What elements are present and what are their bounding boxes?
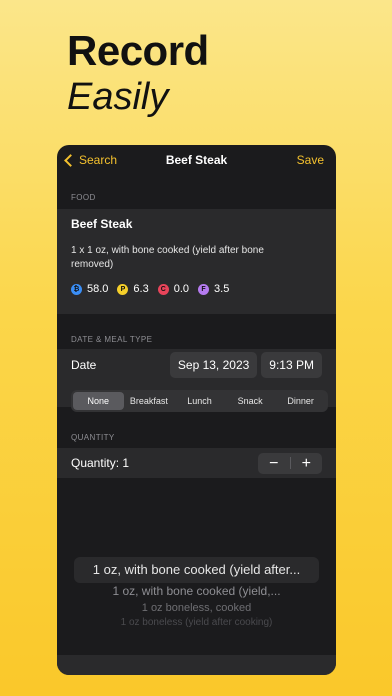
food-description: 1 x 1 oz, with bone cooked (yield after … — [71, 245, 264, 270]
macro-calories: ₿ 58.0 — [71, 283, 108, 295]
protein-value: 6.3 — [133, 283, 149, 295]
picker-option[interactable]: 1 oz boneless (yield after cooking) — [57, 617, 336, 628]
save-button[interactable]: Save — [297, 153, 324, 167]
increment-button[interactable]: + — [291, 453, 323, 474]
picker-option[interactable]: 1 oz boneless, cooked — [57, 602, 336, 614]
bottom-bar — [57, 655, 336, 675]
quantity-section-label: QUANTITY — [71, 433, 115, 442]
fat-value: 3.5 — [214, 283, 230, 295]
picker-option[interactable]: 1 oz, with bone cooked (yield,... — [57, 584, 336, 598]
calories-value: 58.0 — [87, 283, 109, 295]
serving-picker[interactable]: 1 oz, with bone cooked (yield after... 1… — [57, 557, 336, 641]
headline-line1: Record — [67, 27, 209, 74]
app-screen: Search Beef Steak Save FOOD Beef Steak 1… — [57, 145, 336, 675]
navigation-bar: Search Beef Steak Save — [57, 145, 336, 175]
headline: Record Easily — [67, 27, 209, 119]
fat-icon: F — [198, 283, 210, 295]
date-picker[interactable]: Sep 13, 2023 — [169, 352, 258, 378]
macros-row: ₿ 58.0 P 6.3 C 0.0 F 3.5 — [71, 283, 322, 295]
macro-fat: F 3.5 — [198, 283, 229, 295]
meal-type-snack[interactable]: Snack — [225, 392, 276, 410]
macro-protein: P 6.3 — [117, 283, 149, 295]
date-card: Date Sep 13, 2023 9:13 PM None Breakfast… — [57, 349, 336, 412]
quantity-card: Quantity: 1 − + — [57, 448, 336, 478]
page-title: Beef Steak — [165, 153, 228, 167]
macro-carbs: C 0.0 — [157, 283, 190, 295]
quantity-label: Quantity: 1 — [71, 456, 130, 470]
decrement-button[interactable]: − — [258, 453, 290, 474]
food-name: Beef Steak — [71, 217, 133, 231]
meal-type-lunch[interactable]: Lunch — [174, 392, 225, 410]
headline-line2: Easily — [67, 76, 169, 118]
food-card: Beef Steak 1 x 1 oz, with bone cooked (y… — [57, 209, 336, 314]
quantity-stepper: − + — [258, 452, 323, 474]
meal-type-none[interactable]: None — [73, 392, 124, 410]
carbs-value: 0.0 — [173, 283, 190, 295]
calories-icon: ₿ — [71, 283, 82, 295]
carbs-icon: C — [157, 283, 169, 295]
protein-icon: P — [117, 283, 129, 295]
date-row: Date Sep 13, 2023 9:13 PM — [71, 349, 322, 381]
meal-type-segmented-control: None Breakfast Lunch Snack Dinner — [71, 390, 328, 412]
date-label: Date — [71, 358, 97, 372]
time-picker[interactable]: 9:13 PM — [261, 352, 322, 378]
food-section-label: FOOD — [71, 193, 96, 202]
meal-type-dinner[interactable]: Dinner — [275, 392, 326, 410]
picker-option-selected[interactable]: 1 oz, with bone cooked (yield after... — [57, 562, 336, 577]
date-section-label: DATE & MEAL TYPE — [71, 335, 153, 344]
meal-type-breakfast[interactable]: Breakfast — [124, 392, 175, 410]
